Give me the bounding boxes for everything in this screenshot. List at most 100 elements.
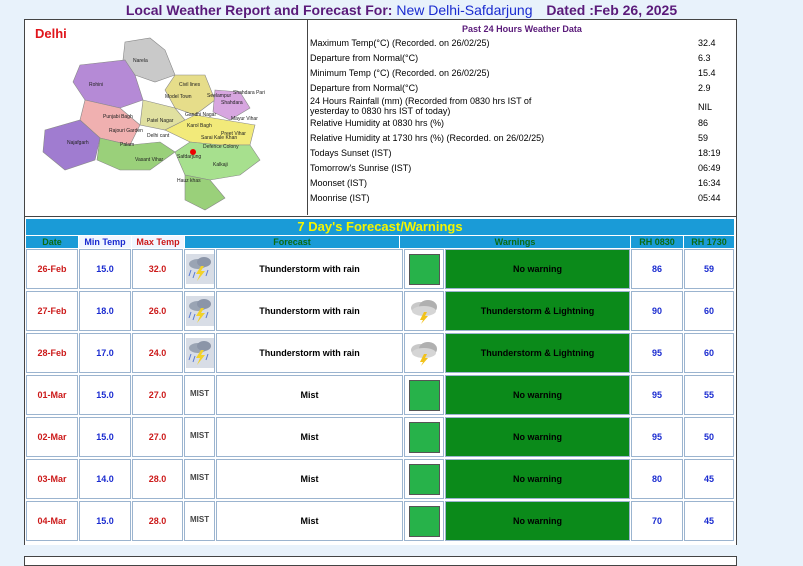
forecast-rh-0830: 86 (631, 249, 683, 289)
past-row-label: Maximum Temp(°C) (Recorded. on 26/02/25) (310, 38, 490, 48)
next-panel-edge (24, 556, 737, 566)
past-row: Maximum Temp(°C) (Recorded. on 26/02/25)… (309, 36, 735, 51)
header-prefix: Local Weather Report and Forecast For: (125, 2, 393, 18)
mist-icon-text: MIST (190, 431, 210, 440)
map-title: Delhi (35, 26, 67, 41)
past-row: Departure from Normal(°C) 2.9 (309, 81, 735, 96)
past-row-value: 16:34 (698, 178, 721, 188)
forecast-max-temp: 28.0 (132, 459, 183, 499)
forecast-min-temp: 18.0 (79, 291, 131, 331)
forecast-rh-0830: 90 (631, 291, 683, 331)
warning-text: No warning (445, 375, 630, 415)
col-header-min-temp: Min Temp (79, 236, 131, 248)
no-warning-icon (404, 417, 444, 457)
past-row: Moonset (IST) 16:34 (309, 176, 735, 191)
past-row-value: 32.4 (698, 38, 716, 48)
map-label: Civil lines (179, 82, 201, 88)
col-header-rh-0830: RH 0830 (631, 236, 683, 248)
map-label: Mayur Vihar (231, 116, 258, 122)
map-label: Karol Bagh (187, 123, 212, 129)
past-row-value: 86 (698, 118, 709, 128)
mist-icon-text: MIST (190, 389, 210, 398)
forecast-rh-1730: 60 (684, 291, 734, 331)
forecast-rh-1730: 55 (684, 375, 734, 415)
thunderstorm-lightning-icon (404, 333, 444, 373)
forecast-max-temp: 27.0 (132, 375, 183, 415)
forecast-rh-0830: 95 (631, 417, 683, 457)
green-square-icon (408, 379, 440, 411)
report-panel: Narela Rohini Civil lines Shahdara Model… (24, 19, 737, 545)
past-row: Moonrise (IST) 05:44 (309, 191, 735, 206)
past-row-label: Departure from Normal(°C) (310, 53, 419, 63)
forecast-rh-1730: 59 (684, 249, 734, 289)
map-label: Punjabi Bagh (103, 114, 133, 120)
past-row-value: 2.9 (698, 83, 711, 93)
forecast-max-temp: 32.0 (132, 249, 183, 289)
forecast-date: 28-Feb (26, 333, 78, 373)
green-square-icon (408, 421, 440, 453)
forecast-min-temp: 14.0 (79, 459, 131, 499)
forecast-date: 01-Mar (26, 375, 78, 415)
past-row: Relative Humidity at 0830 hrs (%) 86 (309, 116, 735, 131)
forecast-max-temp: 28.0 (132, 501, 183, 541)
green-square-icon (408, 463, 440, 495)
map-label: Shahdara Pari (233, 90, 265, 96)
past-row-label: Todays Sunset (IST) (310, 148, 392, 158)
past-row-label: Tomorrow's Sunrise (IST) (310, 163, 412, 173)
forecast-date: 27-Feb (26, 291, 78, 331)
past-row-label: Relative Humidity at 1730 hrs (%) (Recor… (310, 133, 545, 143)
report-date: Dated :Feb 26, 2025 (546, 2, 678, 18)
thunderstorm-rain-icon (184, 333, 215, 373)
past-row: Todays Sunset (IST) 18:19 (309, 146, 735, 161)
past-row-label: Departure from Normal(°C) (310, 83, 419, 93)
thunderstorm-lightning-icon (404, 291, 444, 331)
past-row: Departure from Normal(°C) 6.3 (309, 51, 735, 66)
map-label: Hauz khas (177, 178, 201, 184)
map-label: Delhi cant (147, 133, 170, 139)
forecast-rh-1730: 50 (684, 417, 734, 457)
forecast-min-temp: 17.0 (79, 333, 131, 373)
map-region-palam (96, 137, 176, 171)
forecast-rh-0830: 80 (631, 459, 683, 499)
forecast-rh-1730: 60 (684, 333, 734, 373)
forecast-rh-1730: 45 (684, 459, 734, 499)
no-warning-icon (404, 501, 444, 541)
map-label: Rajouri Garden (109, 128, 143, 134)
mist-icon: MIST (184, 501, 215, 541)
delhi-district-map: Narela Rohini Civil lines Shahdara Model… (42, 37, 265, 211)
forecast-rh-1730: 45 (684, 501, 734, 541)
past-row-label: Relative Humidity at 0830 hrs (%) (310, 118, 445, 128)
green-square-icon (408, 505, 440, 537)
map-label: Model Town (165, 94, 192, 100)
forecast-title: 7 Day's Forecast/Warnings (26, 219, 734, 235)
forecast-text: Mist (216, 375, 403, 415)
forecast-min-temp: 15.0 (79, 501, 131, 541)
forecast-max-temp: 24.0 (132, 333, 183, 373)
map-label: Seelampur (207, 93, 232, 99)
forecast-row: 27-Feb 18.0 26.0 Thunderstorm with rain Thun… (25, 291, 736, 331)
forecast-min-temp: 15.0 (79, 375, 131, 415)
page-header: Local Weather Report and Forecast For: N… (0, 2, 803, 18)
map-label: Vasant Vihar (135, 157, 164, 163)
mist-icon: MIST (184, 417, 215, 457)
forecast-text: Thunderstorm with rain (216, 291, 403, 331)
mist-icon-text: MIST (190, 473, 210, 482)
past-row-value: 06:49 (698, 163, 721, 173)
forecast-text: Thunderstorm with rain (216, 249, 403, 289)
map-label: Safdarjung (177, 154, 201, 160)
forecast-text: Mist (216, 501, 403, 541)
forecast-date: 04-Mar (26, 501, 78, 541)
past-row-value: 59 (698, 133, 709, 143)
warning-text: Thunderstorm & Lightning (445, 291, 630, 331)
past-row: 24 Hours Rainfall (mm) (Recorded from 08… (309, 96, 735, 116)
past-row-value: 05:44 (698, 193, 721, 203)
past-row-label: 24 Hours Rainfall (mm) (Recorded from 08… (310, 96, 532, 116)
warning-text: No warning (445, 459, 630, 499)
past-row: Tomorrow's Sunrise (IST) 06:49 (309, 161, 735, 176)
thunderstorm-rain-icon (184, 291, 215, 331)
warning-text: No warning (445, 417, 630, 457)
map-label: Sarai Kale Khan (201, 135, 237, 141)
map-label: Shahdara (221, 100, 243, 106)
col-header-forecast: Forecast (185, 236, 399, 248)
forecast-rh-0830: 95 (631, 375, 683, 415)
